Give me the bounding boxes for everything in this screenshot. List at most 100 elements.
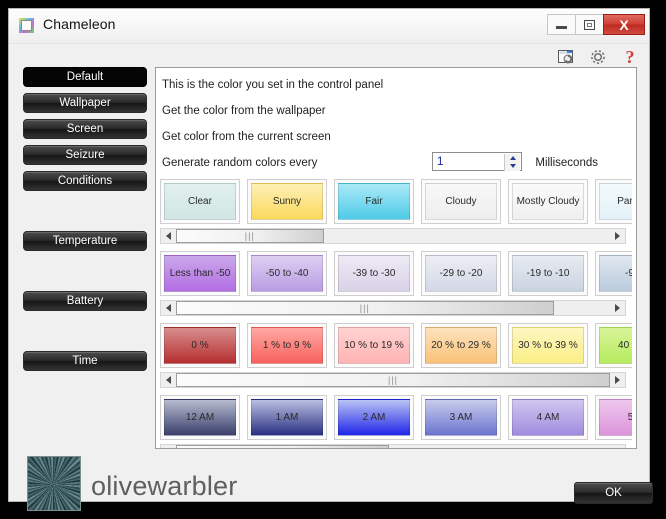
swatch-button[interactable]: 30 % to 39 % bbox=[508, 323, 588, 368]
scrollbar-grip-icon: ||| bbox=[387, 374, 398, 385]
scroll-left-arrow-icon[interactable] bbox=[161, 445, 176, 448]
minimize-button[interactable] bbox=[547, 14, 576, 35]
toolbar: ? bbox=[556, 47, 639, 66]
sidebar-item-default[interactable]: Default bbox=[23, 67, 147, 87]
scroll-left-arrow-icon[interactable] bbox=[161, 229, 176, 243]
chameleon-app-icon bbox=[19, 18, 34, 33]
horizontal-scrollbar[interactable]: ||| bbox=[160, 444, 626, 448]
sidebar-item-screen[interactable]: Screen bbox=[23, 119, 147, 139]
scroll-right-arrow-icon[interactable] bbox=[610, 445, 625, 448]
swatch-button[interactable]: 4 AM bbox=[508, 395, 588, 440]
swatch-label: 40 % to bbox=[599, 327, 632, 364]
sidebar-item-label: Screen bbox=[66, 123, 104, 135]
swatch-label: 2 AM bbox=[338, 399, 410, 436]
swatch-button[interactable]: 1 % to 9 % bbox=[247, 323, 327, 368]
swatch-button[interactable]: 3 AM bbox=[421, 395, 501, 440]
swatch-button[interactable]: 1 AM bbox=[247, 395, 327, 440]
scroll-left-arrow-icon[interactable] bbox=[161, 373, 176, 387]
horizontal-scrollbar[interactable]: ||| bbox=[160, 228, 626, 244]
sidebar-item-label: Battery bbox=[66, 295, 104, 307]
swatch-button[interactable]: 40 % to bbox=[595, 323, 632, 368]
scrollbar-track[interactable]: ||| bbox=[176, 445, 610, 448]
scrollbar-track[interactable]: ||| bbox=[176, 373, 610, 387]
swatch-button[interactable]: 2 AM bbox=[334, 395, 414, 440]
swatch-button[interactable]: 10 % to 19 % bbox=[334, 323, 414, 368]
ok-button-label: OK bbox=[605, 487, 622, 499]
sidebar: Default Wallpaper Screen Seizure Conditi… bbox=[23, 67, 147, 377]
swatch-label: 10 % to 19 % bbox=[338, 327, 410, 364]
swatch-button[interactable]: Mostly Cloudy bbox=[508, 179, 588, 224]
swatch-button[interactable]: Clear bbox=[160, 179, 240, 224]
swatch-button[interactable]: -39 to -30 bbox=[334, 251, 414, 296]
swatch-button[interactable]: Sunny bbox=[247, 179, 327, 224]
option-random-row: Generate random colors every Millisecond… bbox=[162, 152, 636, 172]
swatch-label: -39 to -30 bbox=[338, 255, 410, 292]
swatch-label: 12 AM bbox=[164, 399, 236, 436]
sidebar-item-label: Wallpaper bbox=[59, 97, 111, 109]
swatch-label: 1 % to 9 % bbox=[251, 327, 323, 364]
brand-name: olivewarbler bbox=[91, 471, 238, 501]
swatch-button[interactable]: Fair bbox=[334, 179, 414, 224]
swatch-button[interactable]: Cloudy bbox=[421, 179, 501, 224]
swatch-label: 30 % to 39 % bbox=[512, 327, 584, 364]
close-button[interactable]: X bbox=[603, 14, 645, 35]
swatch-button[interactable]: Partly C bbox=[595, 179, 632, 224]
sidebar-item-time[interactable]: Time bbox=[23, 351, 147, 371]
gear-icon[interactable] bbox=[588, 47, 607, 66]
swatch-button[interactable]: Less than -50 bbox=[160, 251, 240, 296]
swatch-button[interactable]: 5 A bbox=[595, 395, 632, 440]
option-control-panel[interactable]: This is the color you set in the control… bbox=[162, 76, 636, 94]
strip-conditions: Clear Sunny Fair Cloudy Mostly Cloudy Partly … bbox=[160, 179, 632, 244]
scrollbar-track[interactable]: ||| bbox=[176, 229, 610, 243]
scroll-right-arrow-icon[interactable] bbox=[610, 373, 625, 387]
help-icon[interactable]: ? bbox=[620, 47, 639, 66]
ok-button[interactable]: OK bbox=[574, 482, 653, 504]
option-wallpaper[interactable]: Get the color from the wallpaper bbox=[162, 102, 636, 120]
spin-up-icon[interactable] bbox=[505, 154, 520, 162]
swatch-button[interactable]: -50 to -40 bbox=[247, 251, 327, 296]
interval-spin-buttons[interactable] bbox=[504, 154, 520, 171]
scrollbar-thumb[interactable]: ||| bbox=[176, 229, 324, 243]
swatch-row: Clear Sunny Fair Cloudy Mostly Cloudy Partly … bbox=[160, 179, 632, 224]
scrollbar-grip-icon: ||| bbox=[359, 302, 370, 313]
scroll-left-arrow-icon[interactable] bbox=[161, 301, 176, 315]
swatch-button[interactable]: 0 % bbox=[160, 323, 240, 368]
scrollbar-thumb[interactable]: ||| bbox=[176, 373, 610, 387]
swatch-button[interactable]: -19 to -10 bbox=[508, 251, 588, 296]
swatch-label: -9 to bbox=[599, 255, 632, 292]
interval-stepper[interactable] bbox=[432, 152, 522, 171]
spin-down-icon[interactable] bbox=[505, 162, 520, 170]
swatch-label: Sunny bbox=[251, 183, 323, 220]
swatch-button[interactable]: -29 to -20 bbox=[421, 251, 501, 296]
scrollbar-track[interactable]: ||| bbox=[176, 301, 610, 315]
sidebar-item-temperature[interactable]: Temperature bbox=[23, 231, 147, 251]
sidebar-item-seizure[interactable]: Seizure bbox=[23, 145, 147, 165]
option-screen[interactable]: Get color from the current screen bbox=[162, 128, 636, 146]
swatch-label: Cloudy bbox=[425, 183, 497, 220]
sidebar-item-battery[interactable]: Battery bbox=[23, 291, 147, 311]
brand-logo bbox=[27, 456, 81, 511]
sidebar-item-conditions[interactable]: Conditions bbox=[23, 171, 147, 191]
swatch-button[interactable]: 20 % to 29 % bbox=[421, 323, 501, 368]
svg-text:?: ? bbox=[625, 48, 634, 66]
swatch-label: Less than -50 bbox=[164, 255, 236, 292]
screenshot-icon[interactable] bbox=[556, 47, 575, 66]
maximize-button[interactable] bbox=[575, 14, 604, 35]
scroll-right-arrow-icon[interactable] bbox=[610, 229, 625, 243]
scrollbar-thumb[interactable]: ||| bbox=[176, 301, 554, 315]
scrollbar-grip-icon: ||| bbox=[277, 447, 287, 448]
main-panel: This is the color you set in the control… bbox=[155, 67, 637, 449]
scrollbar-thumb[interactable]: ||| bbox=[176, 445, 389, 448]
swatch-button[interactable]: 12 AM bbox=[160, 395, 240, 440]
horizontal-scrollbar[interactable]: ||| bbox=[160, 372, 626, 388]
chameleon-window: Chameleon X ? Default Wallpaper Screen S… bbox=[8, 8, 653, 511]
swatch-label: 5 A bbox=[599, 399, 632, 436]
interval-unit-label: Milliseconds bbox=[535, 157, 598, 169]
swatch-button[interactable]: -9 to bbox=[595, 251, 632, 296]
horizontal-scrollbar[interactable]: ||| bbox=[160, 300, 626, 316]
sidebar-item-wallpaper[interactable]: Wallpaper bbox=[23, 93, 147, 113]
interval-input[interactable] bbox=[433, 153, 505, 171]
swatch-label: Mostly Cloudy bbox=[512, 183, 584, 220]
scroll-right-arrow-icon[interactable] bbox=[610, 301, 625, 315]
